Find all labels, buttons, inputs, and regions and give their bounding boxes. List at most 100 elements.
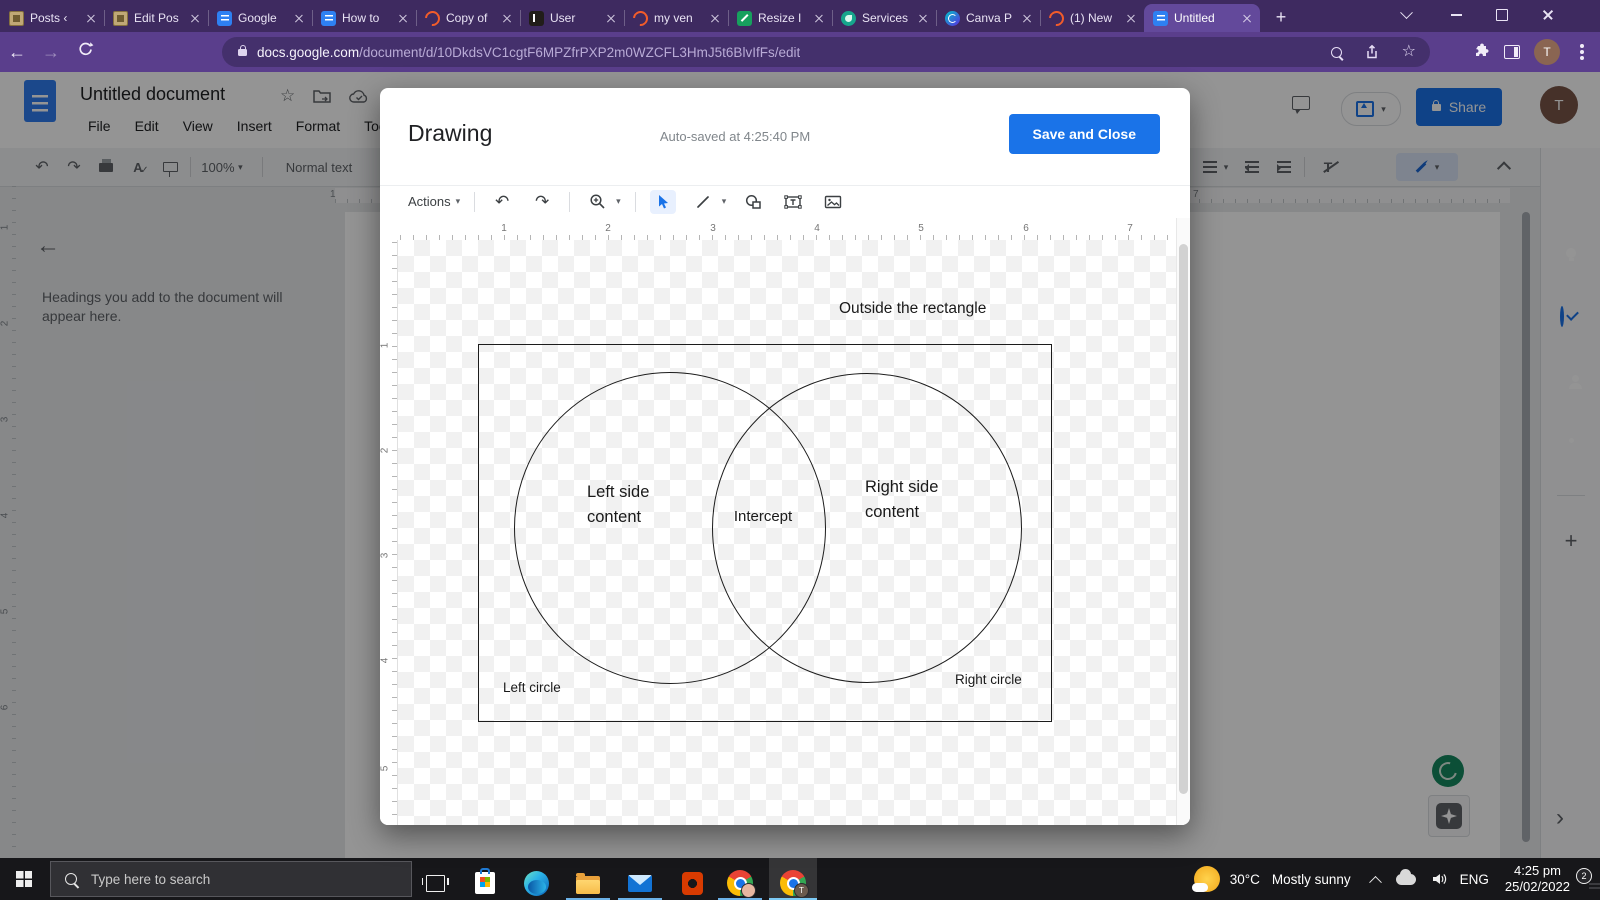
close-icon: [1541, 8, 1555, 22]
ruler-number: 5: [918, 223, 924, 234]
language-indicator[interactable]: ENG: [1460, 872, 1489, 887]
notification-count-badge: 2: [1576, 868, 1592, 884]
url-bar[interactable]: docs.google.com/document/d/10DkdsVC1cgtF…: [222, 37, 1430, 67]
text-box-tool-icon[interactable]: [780, 190, 806, 214]
tab-canva[interactable]: Canva P: [936, 4, 1040, 32]
tab-google[interactable]: Google: [208, 4, 312, 32]
reload-button[interactable]: [68, 41, 102, 63]
right-side-content-label[interactable]: Right side content: [865, 475, 949, 524]
close-icon[interactable]: [916, 11, 930, 25]
extensions-puzzle-icon[interactable]: [1472, 43, 1490, 61]
actions-menu[interactable]: Actions▾: [408, 194, 460, 209]
browser-menu-icon[interactable]: [1580, 50, 1584, 54]
dialog-title: Drawing: [408, 120, 492, 147]
invideo-favicon: [1046, 7, 1067, 28]
undo-icon[interactable]: ↶: [489, 190, 515, 214]
bookmark-star-icon[interactable]: ☆: [1402, 44, 1416, 60]
zoom-tool-icon[interactable]: [584, 190, 610, 214]
mail-button[interactable]: [616, 866, 664, 900]
close-icon[interactable]: [84, 11, 98, 25]
window-minimize-button[interactable]: [1436, 0, 1476, 30]
chrome-profile2-button[interactable]: T: [769, 866, 817, 900]
chevron-down-icon[interactable]: ▾: [616, 196, 621, 207]
new-tab-button[interactable]: +: [1268, 4, 1294, 30]
taskbar-search[interactable]: [50, 861, 412, 897]
close-icon[interactable]: [604, 11, 618, 25]
ruler-number: 4: [814, 223, 820, 234]
services-favicon: [841, 11, 856, 26]
tab-label: User: [550, 11, 598, 25]
start-button[interactable]: [0, 858, 48, 900]
left-circle-label[interactable]: Left circle: [503, 680, 561, 695]
profile-initial-badge: T: [794, 883, 809, 898]
intercept-label[interactable]: Intercept: [720, 508, 806, 525]
tab-new[interactable]: (1) New: [1040, 4, 1144, 32]
office-button[interactable]: [668, 866, 716, 900]
edge-icon: [524, 871, 549, 896]
zoom-icon[interactable]: [1331, 47, 1342, 58]
tab-search-chevron[interactable]: [1386, 0, 1426, 30]
weather-icon[interactable]: [1194, 866, 1220, 892]
edge-button[interactable]: [512, 866, 560, 900]
outside-rectangle-label[interactable]: Outside the rectangle: [839, 300, 986, 318]
onedrive-cloud-icon[interactable]: [1396, 874, 1416, 885]
close-icon[interactable]: [1240, 11, 1254, 25]
tab-posts[interactable]: Posts ‹: [0, 4, 104, 32]
window-maximize-button[interactable]: [1482, 0, 1522, 30]
ruler-number: 6: [1023, 223, 1029, 234]
side-panel-icon[interactable]: [1504, 45, 1520, 59]
select-tool-icon[interactable]: [650, 190, 676, 214]
wordpress-favicon: [113, 11, 128, 26]
tab-label: my ven: [654, 11, 702, 25]
close-icon[interactable]: [500, 11, 514, 25]
drawing-toolbar: Actions▾ ↶ ↷ ▾ ▾: [380, 185, 1190, 218]
close-icon[interactable]: [188, 11, 202, 25]
ruler-number: 3: [380, 553, 390, 559]
tab-untitled-active[interactable]: Untitled: [1144, 4, 1260, 32]
tab-edit-post[interactable]: Edit Pos: [104, 4, 208, 32]
tab-how-to[interactable]: How to: [312, 4, 416, 32]
forward-button[interactable]: →: [34, 42, 68, 63]
canva-favicon: [945, 11, 960, 26]
tab-user[interactable]: User: [520, 4, 624, 32]
insert-image-tool-icon[interactable]: [820, 190, 846, 214]
chevron-down-icon[interactable]: ▾: [722, 196, 727, 207]
tab-resize[interactable]: Resize I: [728, 4, 832, 32]
close-icon[interactable]: [1020, 11, 1034, 25]
system-tray: 30°C Mostly sunny ENG 4:25 pm25/02/2022 …: [1194, 858, 1600, 900]
close-icon[interactable]: [1124, 11, 1138, 25]
divider: [569, 192, 570, 212]
browser-avatar[interactable]: T: [1534, 39, 1560, 65]
weather-temp[interactable]: 30°C: [1230, 872, 1260, 887]
close-icon[interactable]: [708, 11, 722, 25]
clock[interactable]: 4:25 pm25/02/2022: [1505, 863, 1570, 895]
close-icon[interactable]: [812, 11, 826, 25]
line-tool-icon[interactable]: [690, 190, 716, 214]
close-icon[interactable]: [396, 11, 410, 25]
show-hidden-icons-chevron[interactable]: [1369, 875, 1382, 888]
file-explorer-button[interactable]: [564, 866, 612, 900]
shape-tool-icon[interactable]: [740, 190, 766, 214]
back-button[interactable]: ←: [0, 42, 34, 63]
chrome-profile1-button[interactable]: [716, 866, 764, 900]
weather-desc[interactable]: Mostly sunny: [1272, 872, 1351, 887]
tab-my-ven[interactable]: my ven: [624, 4, 728, 32]
office-icon: [682, 872, 703, 895]
right-circle-shape[interactable]: [712, 373, 1022, 683]
drawing-scrollbar[interactable]: [1176, 218, 1190, 825]
share-icon[interactable]: [1364, 44, 1380, 60]
tab-services[interactable]: Services: [832, 4, 936, 32]
left-side-content-label[interactable]: Left side content: [587, 480, 667, 529]
task-view-button[interactable]: [411, 866, 459, 900]
save-and-close-button[interactable]: Save and Close: [1009, 114, 1161, 154]
speaker-icon[interactable]: [1430, 871, 1448, 887]
search-input[interactable]: [89, 871, 373, 888]
close-icon[interactable]: [292, 11, 306, 25]
window-close-button[interactable]: [1528, 0, 1568, 30]
right-circle-label[interactable]: Right circle: [955, 672, 1022, 687]
microsoft-store-button[interactable]: [461, 866, 509, 900]
redo-icon[interactable]: ↷: [529, 190, 555, 214]
tab-copy-of[interactable]: Copy of: [416, 4, 520, 32]
minimize-icon: [1451, 14, 1462, 16]
drawing-canvas[interactable]: Outside the rectangle Left side content …: [398, 240, 1176, 825]
